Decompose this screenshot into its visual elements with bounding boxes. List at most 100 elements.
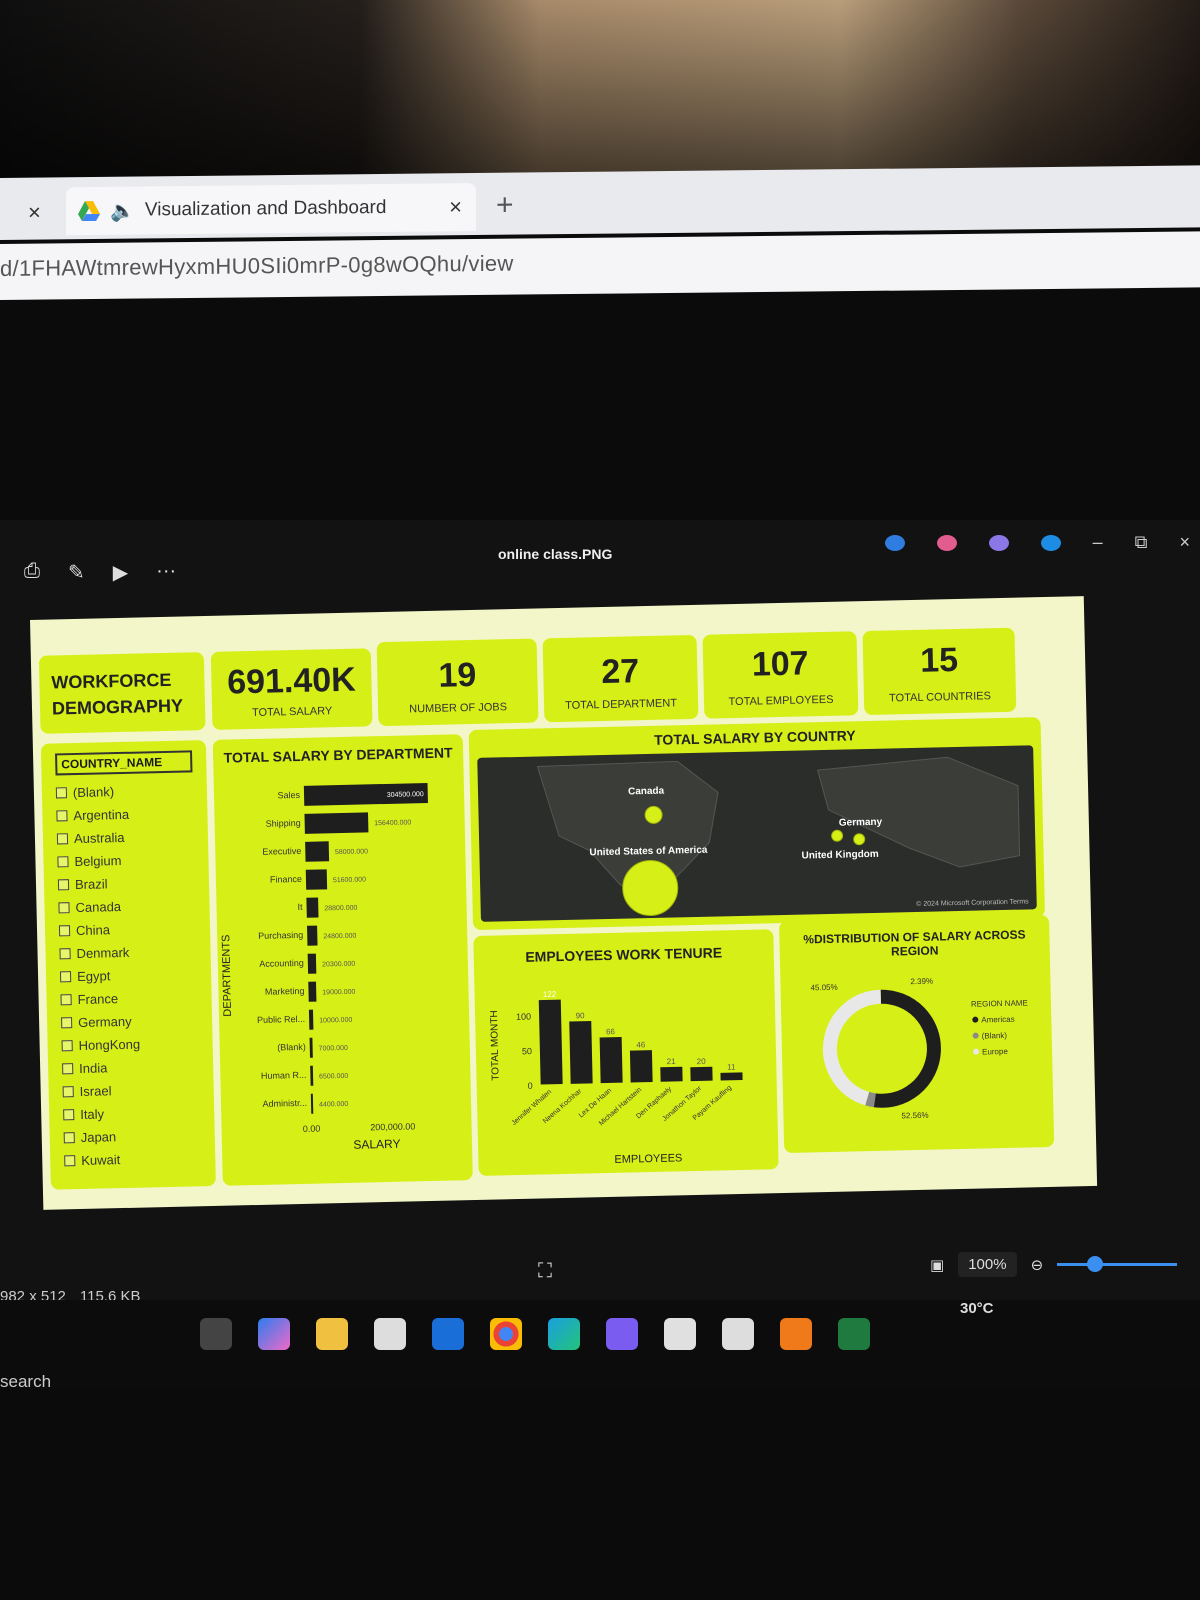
address-bar[interactable]: d/1FHAWtmrewHyxmHU0SIi0mrP-0g8wOQhu/view <box>0 231 1200 300</box>
fit-to-window-icon[interactable]: ⛶ <box>538 1260 552 1283</box>
google-drive-icon <box>78 201 100 222</box>
url-text[interactable]: d/1FHAWtmrewHyxmHU0SIi0mrP-0g8wOQhu/view <box>0 251 514 282</box>
tenure-bar[interactable] <box>538 999 563 1085</box>
app-icon[interactable] <box>606 1318 638 1350</box>
dept-bar[interactable] <box>304 812 369 834</box>
checkbox[interactable] <box>55 787 68 799</box>
dept-bar[interactable] <box>310 1065 314 1086</box>
checkbox[interactable] <box>58 925 71 937</box>
salary-by-country-map-card: TOTAL SALARY BY COUNTRY Canada United St… <box>468 717 1046 931</box>
dept-bar[interactable] <box>305 841 330 862</box>
world-map[interactable]: Canada United States of America Germany … <box>477 745 1037 922</box>
checkbox[interactable] <box>59 971 72 983</box>
donut-slice[interactable] <box>872 989 941 1108</box>
edit-icon[interactable]: ✎ <box>68 560 85 585</box>
prev-tab-close-icon[interactable]: × <box>28 200 41 226</box>
dept-bar[interactable] <box>308 981 317 1002</box>
task-view-icon[interactable] <box>200 1318 232 1350</box>
tenure-data-label: 122 <box>543 990 557 999</box>
checkbox[interactable] <box>57 856 69 868</box>
minimize-button[interactable]: – <box>1093 532 1103 553</box>
dept-bar[interactable] <box>306 897 319 918</box>
dashboard-title: WORKFORCE DEMOGRAPHY <box>51 669 184 719</box>
app-icon[interactable] <box>936 534 957 551</box>
tenure-data-label: 11 <box>727 1062 736 1071</box>
viewer-toolbar: ⎙ ✎ ▶ ··· <box>24 560 176 585</box>
dept-bar[interactable] <box>310 1093 314 1114</box>
slicer-item-label: Belgium <box>74 852 122 870</box>
app-icon[interactable] <box>988 534 1009 551</box>
onedrive-icon[interactable] <box>1040 534 1061 551</box>
tenure-bar[interactable] <box>660 1066 683 1082</box>
checkbox[interactable] <box>58 902 70 914</box>
kpi-value: 107 <box>751 644 809 684</box>
tab-close-icon[interactable]: × <box>449 194 462 220</box>
slideshow-icon[interactable]: ▶ <box>113 560 128 585</box>
y-axis-label: TOTAL MONTH <box>489 1010 502 1081</box>
dept-data-label: 58000.000 <box>335 848 368 856</box>
salary-distribution-region-card: %DISTRIBUTION OF SALARY ACROSS REGION 45… <box>779 914 1055 1154</box>
outlook-icon[interactable] <box>432 1318 464 1350</box>
slicer-item[interactable]: Kuwait <box>50 1146 215 1173</box>
settings-icon[interactable] <box>722 1318 754 1350</box>
new-tab-button[interactable]: + <box>496 189 514 223</box>
checkbox[interactable] <box>63 1132 75 1144</box>
file-explorer-icon[interactable] <box>316 1318 348 1350</box>
fullscreen-icon[interactable]: ▣ <box>930 1256 944 1274</box>
zoom-level[interactable]: 100% <box>958 1252 1017 1277</box>
kpi-value: 27 <box>600 652 640 692</box>
close-button[interactable]: × <box>1179 532 1190 553</box>
slicer-item-label: Kuwait <box>81 1152 121 1168</box>
dashboard-title-card: WORKFORCE DEMOGRAPHY <box>38 652 206 734</box>
checkbox[interactable] <box>64 1155 76 1167</box>
dept-bar[interactable] <box>309 1037 313 1058</box>
store-icon[interactable] <box>374 1318 406 1350</box>
checkbox[interactable] <box>56 833 69 845</box>
taskbar-search[interactable]: search <box>0 1372 51 1392</box>
dept-bar[interactable] <box>307 953 317 974</box>
weather-temp[interactable]: 30°C <box>960 1300 994 1317</box>
tenure-bar[interactable] <box>569 1021 593 1084</box>
tenure-bar[interactable] <box>720 1072 743 1081</box>
checkbox[interactable] <box>56 810 68 822</box>
tab-visualization[interactable]: 🔈 Visualization and Dashboard × <box>66 183 476 236</box>
checkbox[interactable] <box>63 1109 75 1121</box>
x-tick-label: 0.00 <box>303 1124 321 1134</box>
checkbox[interactable] <box>62 1086 74 1098</box>
zoom-out-icon[interactable]: ⊖ <box>1031 1256 1044 1274</box>
maximize-button[interactable]: ⧉ <box>1135 532 1148 553</box>
checkbox[interactable] <box>61 1017 73 1029</box>
dept-data-label: 51600.000 <box>333 876 366 884</box>
donut-slice[interactable] <box>865 1091 876 1108</box>
dept-bar[interactable] <box>305 869 328 890</box>
donut-slice[interactable] <box>822 989 883 1106</box>
chrome-icon[interactable] <box>490 1318 522 1350</box>
zoom-slider[interactable] <box>1057 1256 1178 1272</box>
edge-icon[interactable] <box>548 1318 580 1350</box>
donut-svg: 45.05% 2.39% 52.56% REGION NAME Americas (Bla… <box>810 977 1028 1121</box>
speaker-icon[interactable]: 🔈 <box>110 198 135 223</box>
tenure-bar[interactable] <box>629 1050 653 1083</box>
dept-bar[interactable] <box>307 925 318 946</box>
dept-bar[interactable] <box>308 1009 314 1030</box>
excel-icon[interactable] <box>838 1318 870 1350</box>
chrome-profile-icon[interactable] <box>664 1318 696 1350</box>
dept-data-label: 6500.000 <box>319 1073 348 1081</box>
photos-icon[interactable] <box>780 1318 812 1350</box>
x-tick-label: 200,000.00 <box>370 1121 415 1132</box>
more-icon[interactable]: ··· <box>156 560 176 585</box>
checkbox[interactable] <box>62 1063 74 1075</box>
checkbox[interactable] <box>60 994 72 1006</box>
copilot-icon[interactable] <box>258 1318 290 1350</box>
tenure-data-label: 20 <box>697 1057 707 1066</box>
tenure-bar[interactable] <box>599 1036 623 1084</box>
print-icon[interactable]: ⎙ <box>24 560 40 585</box>
checkbox[interactable] <box>59 948 71 960</box>
checkbox[interactable] <box>57 879 70 891</box>
slicer-list: (Blank) Argentina Australia Belgium Brazil Ca… <box>42 778 216 1173</box>
tab-title: Visualization and Dashboard <box>144 196 387 221</box>
checkbox[interactable] <box>61 1040 73 1052</box>
tenure-bar[interactable] <box>690 1066 713 1082</box>
app-icon[interactable] <box>884 534 905 551</box>
dept-tick-label: Purchasing <box>258 930 303 941</box>
